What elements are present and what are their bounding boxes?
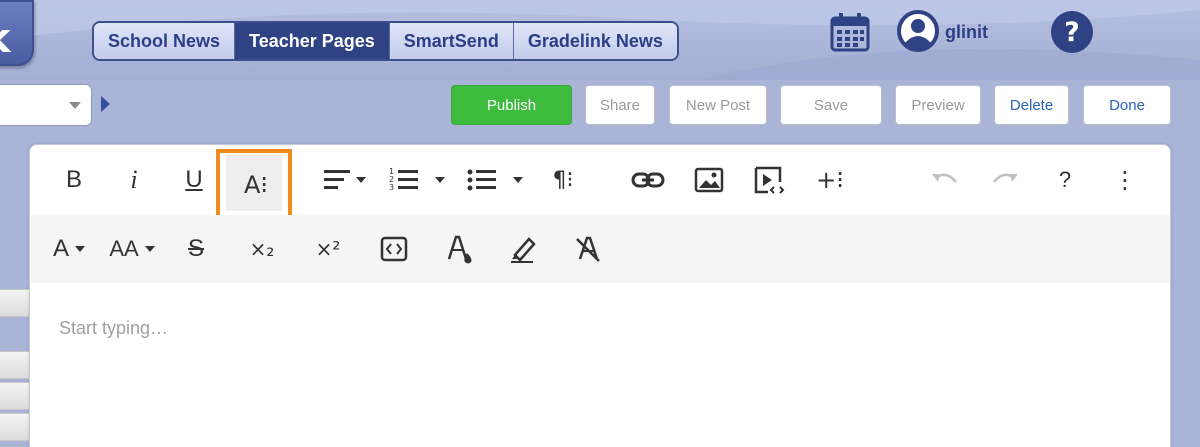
strikethrough-button[interactable]: S	[179, 231, 213, 267]
font-family-label: A	[52, 235, 69, 262]
underline-button[interactable]: U	[178, 162, 210, 198]
highlight-marker-icon[interactable]	[505, 231, 539, 267]
tab-teacher-pages[interactable]: Teacher Pages	[235, 23, 390, 59]
main-nav-tabs: School News Teacher Pages SmartSend Grad…	[92, 21, 679, 61]
expand-arrow-icon[interactable]	[101, 96, 110, 112]
tab-school-news[interactable]: School News	[94, 23, 236, 59]
secondary-toolbar: A AA S ×₂ ×²	[31, 215, 1170, 283]
text-options-button[interactable]: A⁝	[236, 167, 276, 203]
user-name[interactable]: glinit	[945, 22, 988, 43]
subscript-button[interactable]: ×₂	[243, 231, 281, 267]
code-view-icon[interactable]	[377, 231, 411, 267]
rich-text-editor: B i U A⁝ 1 2 3 ¶⁝ +⁝ ? ⋮ A AA S ×₂ ×² St…	[29, 144, 1171, 447]
redo-icon[interactable]	[988, 162, 1022, 198]
help-symbol: ?	[1064, 17, 1080, 48]
calendar-icon[interactable]	[829, 11, 871, 53]
app-header: k School News Teacher Pages SmartSend Gr…	[0, 0, 1200, 80]
image-icon[interactable]	[691, 162, 727, 198]
insert-options-button[interactable]: +⁝	[810, 162, 850, 198]
delete-button[interactable]: Delete	[994, 85, 1069, 125]
user-avatar-icon[interactable]	[896, 9, 940, 53]
superscript-button[interactable]: ×²	[309, 231, 347, 267]
preview-button[interactable]: Preview	[895, 85, 981, 125]
share-button[interactable]: Share	[585, 85, 655, 125]
side-panel-item[interactable]	[0, 351, 30, 379]
svg-text:3: 3	[389, 183, 394, 192]
new-post-button[interactable]: New Post	[669, 85, 767, 125]
side-panel-item[interactable]	[0, 413, 30, 441]
logo-letter: k	[0, 16, 11, 62]
help-circle-icon[interactable]: ?	[1050, 10, 1094, 54]
tab-smartsend[interactable]: SmartSend	[389, 23, 514, 59]
save-button[interactable]: Save	[780, 85, 882, 125]
clear-formatting-icon[interactable]	[571, 231, 605, 267]
side-panel-item[interactable]	[0, 289, 30, 317]
tab-gradelink-news[interactable]: Gradelink News	[513, 23, 677, 59]
link-icon[interactable]	[630, 162, 666, 198]
font-size-button[interactable]: AA	[105, 231, 159, 267]
chevron-down-icon	[69, 102, 81, 109]
paragraph-options-button[interactable]: ¶⁝	[543, 162, 583, 198]
font-size-label: AA	[109, 236, 139, 261]
page-select-dropdown[interactable]	[0, 84, 92, 126]
align-icon[interactable]	[320, 162, 370, 198]
bold-button[interactable]: B	[58, 162, 90, 198]
help-button[interactable]: ?	[1050, 162, 1080, 198]
more-options-button[interactable]: ⋮	[1110, 162, 1140, 198]
caret-down-icon	[144, 246, 155, 252]
side-panel-item[interactable]	[0, 382, 30, 410]
publish-button[interactable]: Publish	[451, 85, 572, 125]
text-color-icon[interactable]	[441, 231, 475, 267]
ordered-list-icon[interactable]: 1 2 3	[386, 162, 450, 198]
editor-placeholder[interactable]: Start typing…	[59, 318, 168, 339]
video-icon[interactable]	[751, 162, 787, 198]
app-logo[interactable]: k	[0, 0, 34, 66]
font-family-button[interactable]: A	[47, 231, 91, 267]
done-button[interactable]: Done	[1083, 85, 1171, 125]
bullet-list-icon[interactable]	[464, 162, 534, 198]
undo-icon[interactable]	[928, 162, 962, 198]
italic-button[interactable]: i	[118, 162, 150, 198]
caret-down-icon	[75, 246, 85, 252]
